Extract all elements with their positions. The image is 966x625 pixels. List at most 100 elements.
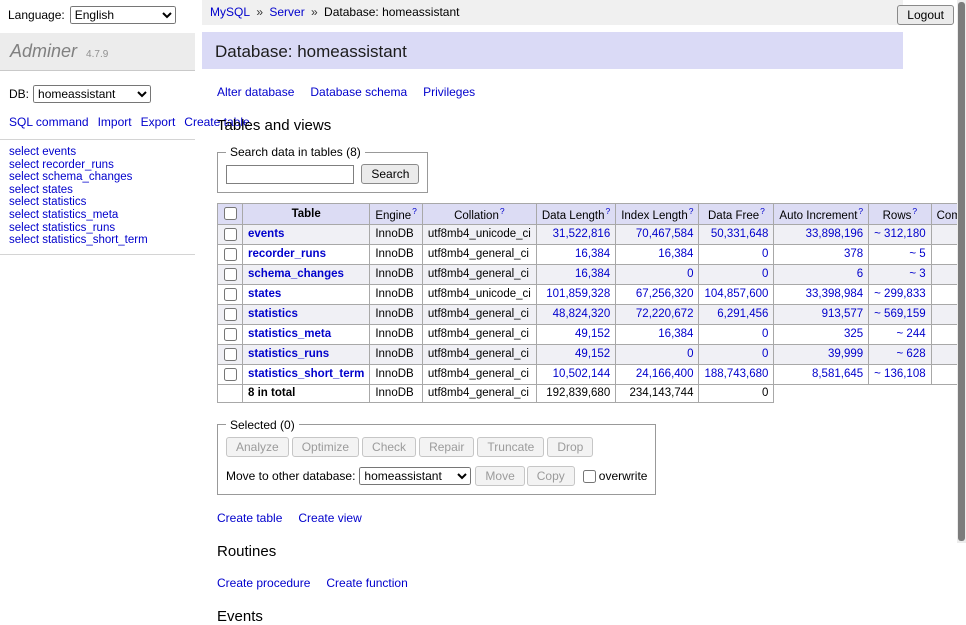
sidebar-action-link[interactable]: SQL command [9,115,89,129]
truncate-button[interactable]: Truncate [477,437,544,457]
row-checkbox[interactable] [224,288,237,301]
db-nav-link[interactable]: Privileges [423,85,475,99]
sidebar-table-link[interactable]: select statistics [9,196,86,208]
column-help-link[interactable]: ? [760,206,765,216]
table-name-link[interactable]: states [248,288,281,300]
analyze-button[interactable]: Analyze [226,437,289,457]
sidebar-table-link[interactable]: select statistics_short_term [9,234,148,246]
select-all-checkbox[interactable] [224,207,237,220]
column-help-link[interactable]: ? [500,206,505,216]
sidebar-action-link[interactable]: Export [141,115,176,129]
column-help-link[interactable]: ? [412,206,417,216]
table-name-link[interactable]: recorder_runs [248,248,326,260]
index-length-link[interactable]: 70,467,584 [636,228,694,240]
data-length-link[interactable]: 31,522,816 [553,228,611,240]
routine-link[interactable]: Create procedure [217,576,310,590]
rows-link[interactable]: ~ 244 [897,328,926,340]
row-checkbox[interactable] [224,248,237,261]
rows-link[interactable]: ~ 299,833 [874,288,925,300]
auto-increment-link[interactable]: 6 [857,268,863,280]
index-length-link[interactable]: 72,220,672 [636,308,694,320]
move-button[interactable]: Move [475,466,524,486]
data-free-link[interactable]: 0 [762,248,768,260]
index-length-link[interactable]: 16,384 [658,248,693,260]
table-name-link[interactable]: statistics_meta [248,328,331,340]
db-nav-link[interactable]: Database schema [310,85,407,99]
search-input[interactable] [226,165,354,184]
repair-button[interactable]: Repair [419,437,474,457]
table-name-link[interactable]: statistics_runs [248,348,329,360]
rows-link[interactable]: ~ 312,180 [874,228,925,240]
copy-button[interactable]: Copy [527,466,575,486]
index-length-link[interactable]: 0 [687,348,693,360]
row-checkbox[interactable] [224,308,237,321]
sidebar-table-link[interactable]: select statistics_meta [9,209,118,221]
data-free-link[interactable]: 6,291,456 [717,308,768,320]
index-length-link[interactable]: 67,256,320 [636,288,694,300]
data-free-link[interactable]: 50,331,648 [711,228,769,240]
data-length-link[interactable]: 10,502,144 [553,368,611,380]
auto-increment-link[interactable]: 39,999 [828,348,863,360]
table-name-link[interactable]: statistics [248,308,298,320]
column-help-link[interactable]: ? [858,206,863,216]
data-length-link[interactable]: 49,152 [575,328,610,340]
index-length-link[interactable]: 16,384 [658,328,693,340]
data-length-link[interactable]: 48,824,320 [553,308,611,320]
table-name-link[interactable]: schema_changes [248,268,344,280]
auto-increment-link[interactable]: 913,577 [822,308,864,320]
rows-link[interactable]: ~ 628 [897,348,926,360]
auto-increment-link[interactable]: 325 [844,328,863,340]
search-button[interactable]: Search [361,164,419,184]
auto-increment-link[interactable]: 33,898,196 [806,228,864,240]
breadcrumb-link[interactable]: Server [269,5,304,19]
move-db-select[interactable]: homeassistant [359,467,471,485]
sidebar-action-link[interactable]: Import [98,115,132,129]
create-link[interactable]: Create view [298,511,361,525]
scrollbar-thumb[interactable] [958,2,965,541]
data-length-link[interactable]: 101,859,328 [546,288,610,300]
data-free-link[interactable]: 0 [762,268,768,280]
data-free-link[interactable]: 0 [762,348,768,360]
db-select[interactable]: homeassistant [33,85,151,103]
data-free-link[interactable]: 188,743,680 [704,368,768,380]
data-free-link[interactable]: 0 [762,328,768,340]
breadcrumb-link[interactable]: MySQL [210,5,250,19]
logout-button[interactable]: Logout [897,5,954,25]
column-help-link[interactable]: ? [912,206,917,216]
auto-increment-link[interactable]: 378 [844,248,863,260]
rows-link[interactable]: ~ 136,108 [874,368,925,380]
row-checkbox[interactable] [224,348,237,361]
rows-link[interactable]: ~ 3 [909,268,925,280]
auto-increment-link[interactable]: 8,581,645 [812,368,863,380]
data-free-link[interactable]: 104,857,600 [704,288,768,300]
data-length-link[interactable]: 16,384 [575,248,610,260]
check-button[interactable]: Check [362,437,416,457]
sidebar-table-link[interactable]: select schema_changes [9,171,132,183]
data-length-link[interactable]: 49,152 [575,348,610,360]
row-checkbox[interactable] [224,228,237,241]
optimize-button[interactable]: Optimize [292,437,359,457]
sidebar-table-link[interactable]: select recorder_runs [9,159,114,171]
index-length-link[interactable]: 24,166,400 [636,368,694,380]
sidebar-table-link[interactable]: select statistics_runs [9,222,115,234]
column-help-link[interactable]: ? [689,206,694,216]
table-name-link[interactable]: statistics_short_term [248,368,364,380]
column-help-link[interactable]: ? [605,206,610,216]
overwrite-checkbox[interactable] [583,470,596,483]
db-nav-link[interactable]: Alter database [217,85,294,99]
index-length-link[interactable]: 0 [687,268,693,280]
auto-increment-link[interactable]: 33,398,984 [806,288,864,300]
row-checkbox[interactable] [224,368,237,381]
rows-link[interactable]: ~ 5 [909,248,925,260]
sidebar-table-link[interactable]: select events [9,146,76,158]
language-select[interactable]: English [70,6,176,24]
create-link[interactable]: Create table [217,511,282,525]
routine-link[interactable]: Create function [326,576,407,590]
data-length-link[interactable]: 16,384 [575,268,610,280]
row-checkbox[interactable] [224,268,237,281]
sidebar-table-link[interactable]: select states [9,184,73,196]
drop-button[interactable]: Drop [547,437,593,457]
table-name-link[interactable]: events [248,228,284,240]
rows-link[interactable]: ~ 569,159 [874,308,925,320]
row-checkbox[interactable] [224,328,237,341]
